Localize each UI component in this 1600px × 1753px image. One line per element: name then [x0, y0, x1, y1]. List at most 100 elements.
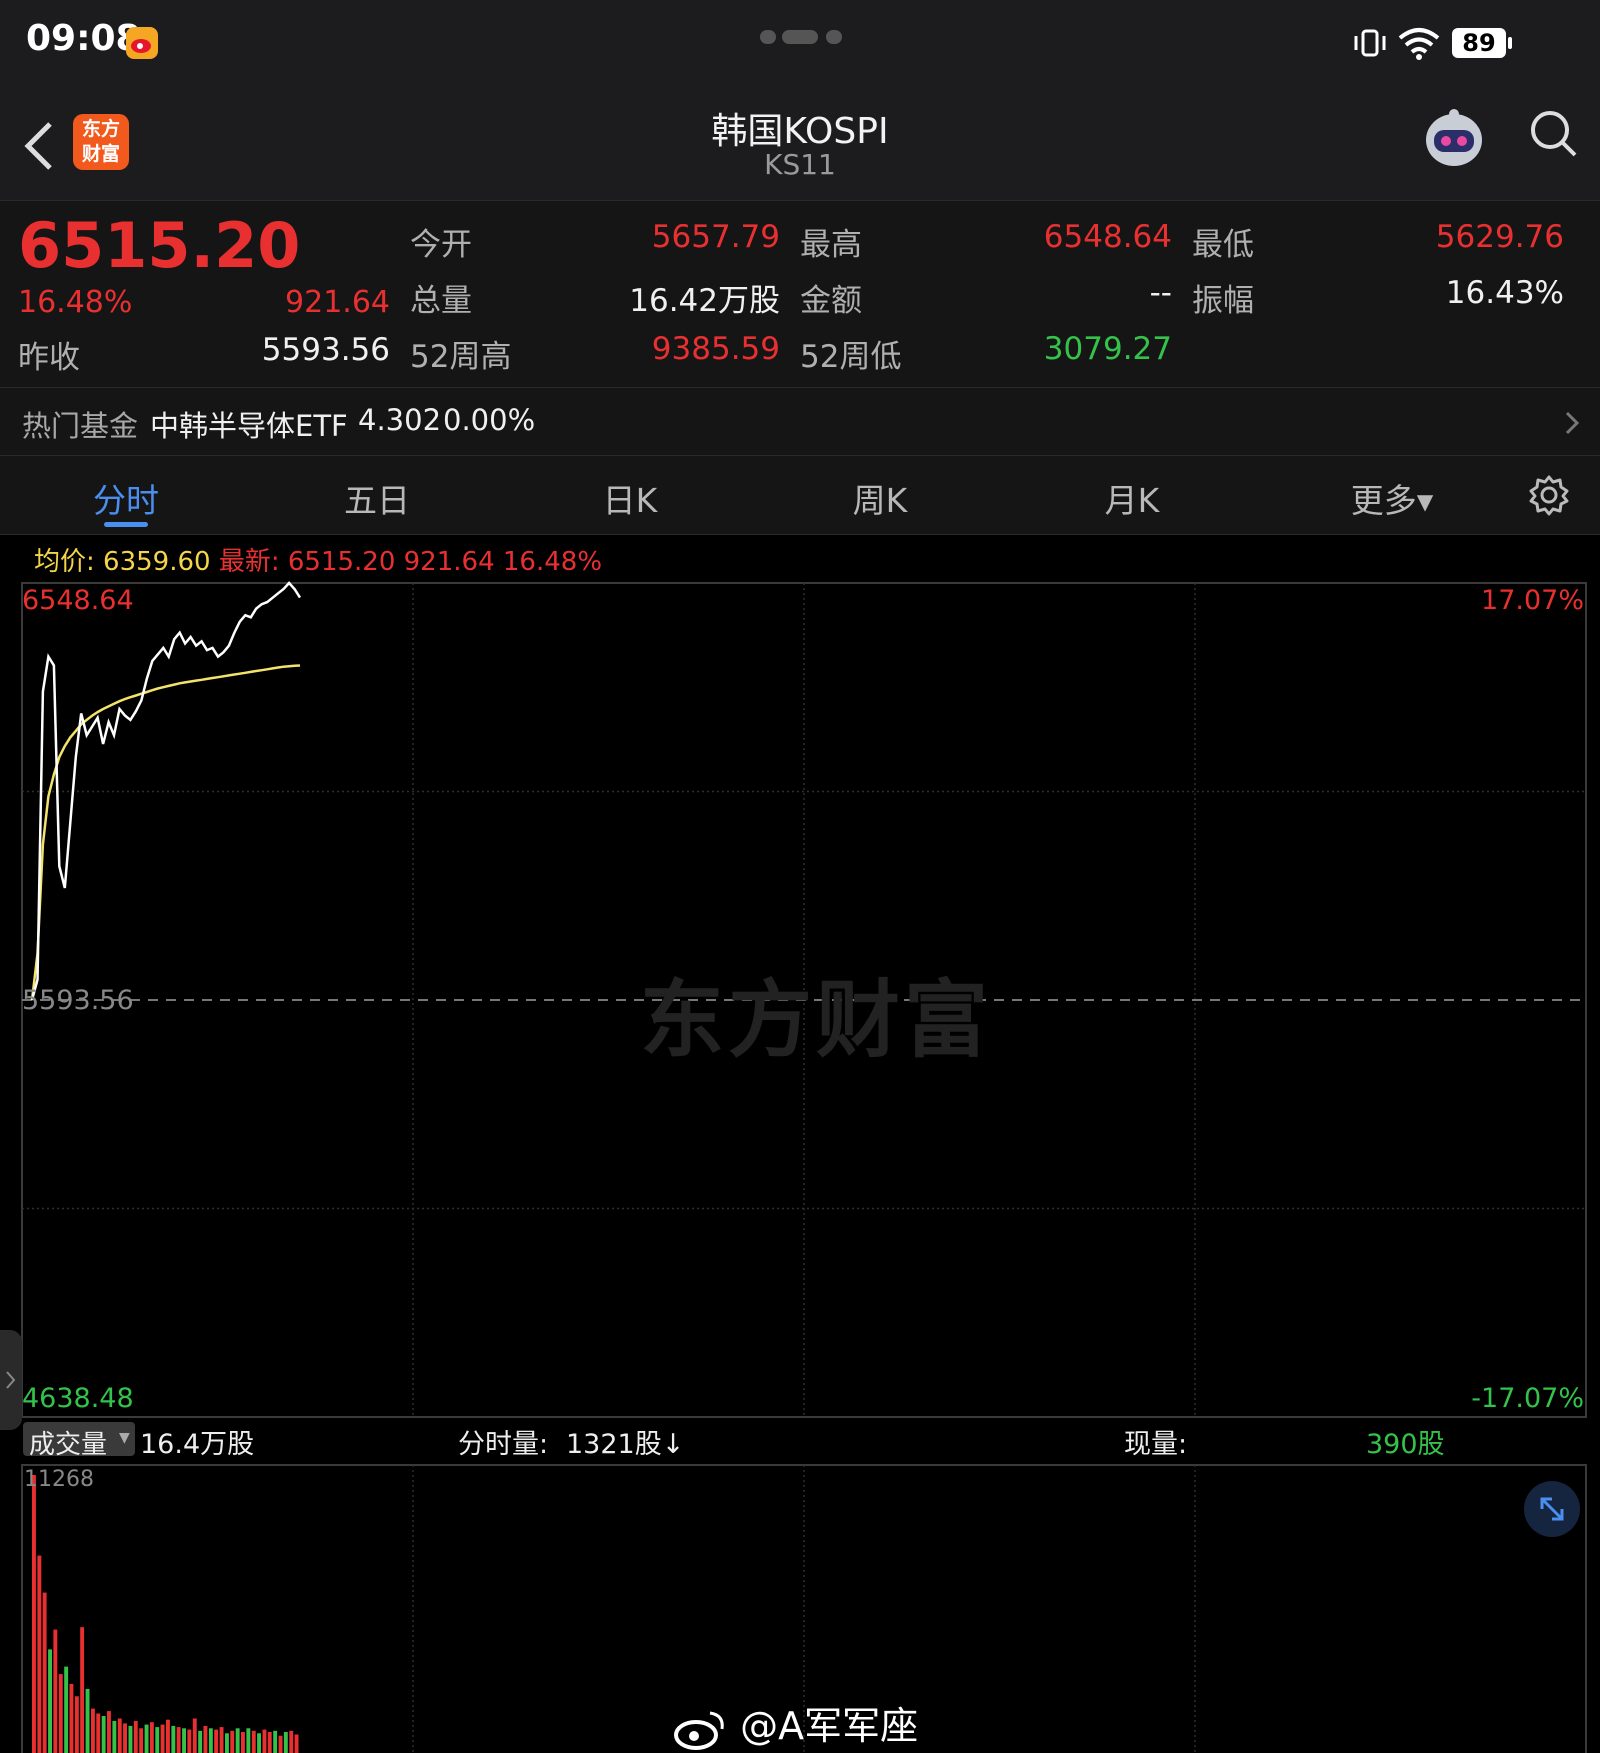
volume-bar — [117, 1718, 122, 1753]
volume-bar — [214, 1729, 219, 1753]
search-icon[interactable] — [1528, 108, 1580, 164]
volume-bar — [283, 1732, 288, 1753]
battery-level: 89 — [1462, 29, 1496, 57]
price-line — [30, 581, 302, 1001]
volume-bar — [42, 1592, 47, 1753]
volume-bar — [85, 1688, 90, 1753]
current-volume-value: 390股 — [1366, 1429, 1445, 1460]
volume-bar — [128, 1725, 133, 1753]
volume-bar — [235, 1728, 240, 1753]
current-price: 6515.20 — [18, 209, 301, 282]
volume-bar — [64, 1666, 69, 1753]
intraday-chart-area[interactable]: 均价: 6359.60 最新: 6515.20 921.64 16.48% 东方… — [0, 535, 1600, 1753]
volume-bar — [101, 1716, 106, 1753]
volume-bar — [262, 1729, 267, 1753]
axis-bottom-price: 4638.48 — [22, 1383, 134, 1414]
current-volume-label: 现量: — [1124, 1429, 1188, 1460]
change-value: 921.64 — [285, 285, 390, 320]
volume-bar — [289, 1730, 294, 1753]
volume-bar — [294, 1734, 299, 1753]
minute-volume-value: 1321股↓ — [566, 1429, 685, 1460]
axis-bottom-pct: -17.07% — [1471, 1383, 1584, 1414]
volume-bar — [123, 1723, 127, 1753]
battery-tip — [1508, 37, 1512, 49]
volume-bar — [225, 1733, 229, 1753]
volume-bar — [80, 1627, 85, 1753]
axis-top-pct: 17.07% — [1481, 585, 1584, 616]
volume-bar — [251, 1730, 256, 1753]
volume-bar — [192, 1718, 197, 1753]
price-chart-svg — [21, 581, 1587, 1753]
status-time: 09:08 — [26, 18, 141, 59]
chevron-right-icon — [1562, 410, 1582, 440]
tab-daily-k[interactable]: 日K — [550, 474, 710, 522]
volume-bar — [58, 1674, 63, 1753]
volume-bar — [155, 1727, 160, 1753]
volume-bar — [112, 1720, 117, 1753]
volume-bar — [149, 1722, 154, 1753]
watermark: 东方财富 — [640, 971, 993, 1069]
low-label: 最低 — [1192, 227, 1254, 263]
amount-label: 金额 — [800, 283, 862, 319]
volume-bar — [219, 1727, 224, 1753]
quote-panel: 6515.20 16.48% 921.64 昨收 5593.56 今开 5657… — [0, 201, 1600, 388]
volume-bar — [32, 1475, 36, 1753]
expand-chart-button[interactable] — [1524, 1481, 1580, 1537]
volume-bar — [267, 1732, 272, 1753]
volume-bar — [257, 1733, 261, 1753]
axis-top-price: 6548.64 — [22, 585, 134, 616]
page-title: 韩国KOSPI — [711, 111, 889, 152]
volume-bar — [241, 1732, 245, 1753]
tab-active-indicator — [104, 522, 148, 527]
volume-bar — [171, 1725, 176, 1753]
volume-bar — [74, 1696, 79, 1753]
assistant-robot-icon[interactable] — [1420, 104, 1488, 176]
volume-bar — [53, 1629, 58, 1753]
volume-bar — [208, 1728, 213, 1753]
volume-selector[interactable]: 成交量 ▼ — [23, 1422, 135, 1460]
fund-price: 4.302 — [358, 403, 442, 437]
avg-price-line — [30, 664, 301, 1001]
tab-five-day[interactable]: 五日 — [297, 474, 457, 522]
side-drawer-handle[interactable] — [0, 1330, 22, 1430]
settings-gear-icon[interactable] — [1528, 474, 1570, 520]
battery-icon: 89 — [1452, 28, 1506, 58]
volume-bar — [166, 1719, 170, 1753]
handle-dot — [760, 30, 776, 44]
volume-label: 总量 — [410, 283, 472, 319]
amplitude-value: 16.43% — [1445, 275, 1564, 311]
amount-value: -- — [1149, 275, 1172, 311]
wk52-high-label: 52周高 — [410, 339, 512, 375]
volume-axis-max: 11268 — [24, 1467, 94, 1492]
fund-name: 中韩半导体ETF — [150, 409, 348, 443]
volume-bar — [144, 1724, 149, 1753]
volume-bar — [278, 1735, 283, 1753]
weibo-notification-icon — [126, 27, 158, 59]
tab-weekly-k[interactable]: 周K — [800, 474, 960, 522]
tab-intraday[interactable]: 分时 — [46, 474, 206, 522]
volume-bar — [182, 1728, 186, 1753]
volume-bar — [133, 1720, 138, 1753]
wifi-icon — [1396, 26, 1442, 64]
status-bar: 09:08 89 — [0, 0, 1600, 92]
tab-more[interactable]: 更多▾ — [1312, 474, 1472, 522]
fund-change: 0.00% — [443, 403, 536, 437]
axis-mid-price: 5593.56 — [22, 985, 134, 1016]
tab-monthly-k[interactable]: 月K — [1052, 474, 1212, 522]
wk52-high-value: 9385.59 — [651, 331, 780, 367]
prev-close-value: 5593.56 — [261, 332, 390, 368]
volume-bar — [107, 1711, 111, 1753]
handle-bar — [782, 30, 818, 44]
volume-bar — [160, 1724, 165, 1753]
change-percent: 16.48% — [18, 285, 133, 320]
wk52-low-value: 3079.27 — [1043, 331, 1172, 367]
volume-bar — [96, 1713, 101, 1753]
high-label: 最高 — [800, 227, 862, 263]
low-value: 5629.76 — [1435, 219, 1564, 255]
volume-value: 16.42万股 — [629, 283, 780, 319]
hot-fund-bar[interactable]: 热门基金 中韩半导体ETF 4.302 0.00% — [0, 388, 1600, 456]
handle-dot — [826, 30, 842, 44]
volume-bar — [176, 1727, 181, 1753]
volume-bar — [230, 1730, 235, 1753]
minute-volume-label: 分时量: — [458, 1429, 549, 1460]
